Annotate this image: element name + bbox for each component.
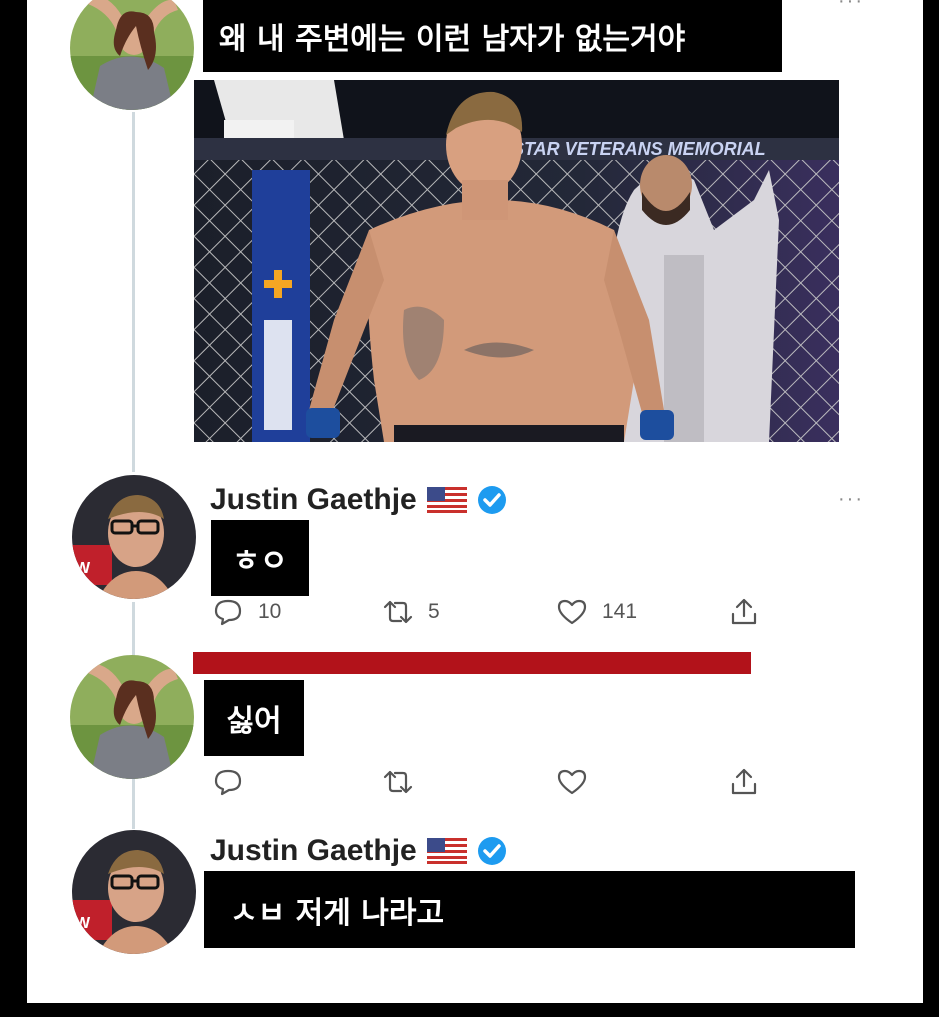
avatar-woman[interactable] [70,655,194,779]
thread-connector [132,112,135,472]
retweet-icon [383,600,413,624]
verified-badge-icon [477,837,506,865]
share-icon [731,598,757,625]
like-count: 141 [602,600,638,623]
reply-caption: 싫어 [204,680,304,756]
censor-bar [193,652,751,674]
cage-banner-text: STAR VETERANS MEMORIAL [512,139,766,159]
retweet-button[interactable] [382,766,414,798]
reply-count: 10 [258,600,282,623]
post-photo[interactable]: STAR VETERANS MEMORIAL [194,80,839,442]
author-name-text: Justin Gaethje [210,834,417,867]
like-button[interactable] [556,766,588,798]
post-caption-text: 왜 내 주변에는 이런 남자가 없는거야 [219,22,686,57]
us-flag-icon [426,487,467,513]
reply-caption-text: ㅎㅇ [232,544,288,579]
verified-badge-icon [477,486,506,514]
author-name[interactable]: Justin Gaethje [210,831,507,871]
share-button[interactable] [728,596,760,628]
thread-connector [132,602,135,662]
avatar-justin-gaethje[interactable]: W [72,830,196,954]
avatar-justin-gaethje[interactable]: W [72,475,196,599]
share-button[interactable] [728,766,760,798]
reply-caption: ㅎㅇ [211,520,309,596]
author-name-text: Justin Gaethje [210,483,417,516]
more-options-icon[interactable]: ··· [838,488,864,511]
more-options-icon[interactable]: ··· [838,0,864,13]
like-button[interactable]: 141 [556,596,637,628]
reply-caption-text: ㅅㅂ 저게 나라고 [230,895,445,931]
retweet-icon [383,770,413,794]
share-icon [731,768,757,795]
us-flag-icon [426,838,467,864]
retweet-count: 5 [428,600,440,623]
reply-icon [214,599,242,626]
thread-connector [132,777,135,829]
like-icon [557,599,587,625]
retweet-button[interactable]: 5 [382,596,440,628]
reply-caption: ㅅㅂ 저게 나라고 [204,871,855,948]
reply-button[interactable] [212,766,244,798]
reply-button[interactable]: 10 [212,596,281,628]
reply-icon [214,769,242,796]
post-caption: 왜 내 주변에는 이런 남자가 없는거야 [203,0,782,72]
like-icon [557,769,587,795]
reply-caption-text: 싫어 [226,704,282,739]
author-name[interactable]: Justin Gaethje [210,480,507,520]
